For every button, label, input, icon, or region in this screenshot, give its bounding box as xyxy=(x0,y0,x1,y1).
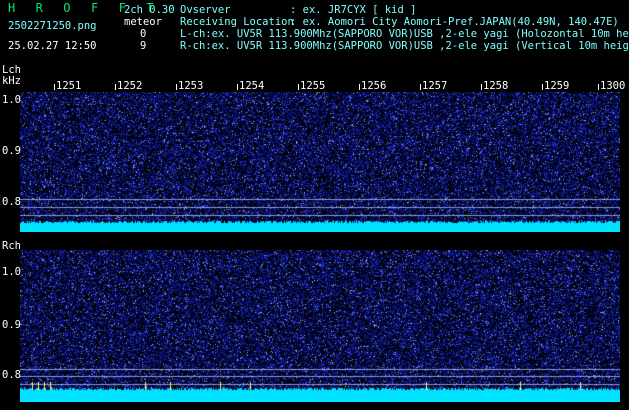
y-tick-label: 0.9 xyxy=(2,319,21,331)
meteor-l-count: 0 xyxy=(140,28,147,40)
filename: 2502271250.png xyxy=(8,20,97,32)
location-label: Receiving Location xyxy=(180,16,294,28)
y-tick-label: 1.0 xyxy=(2,266,21,278)
time-tick-mark xyxy=(542,84,543,90)
lch-spectrogram-canvas xyxy=(20,92,620,232)
time-tick-label: 1256 xyxy=(361,80,387,92)
time-tick-mark xyxy=(237,84,238,90)
time-tick-mark xyxy=(420,84,421,90)
datetime: 25.02.27 12:50 xyxy=(8,40,97,52)
time-tick-label: 1300 xyxy=(600,80,626,92)
y-tick-label: 0.9 xyxy=(2,145,21,157)
time-tick-mark xyxy=(54,84,55,90)
y-tick-label: 0.8 xyxy=(2,196,21,208)
time-tick-label: 1258 xyxy=(483,80,509,92)
time-tick-mark xyxy=(598,84,599,90)
lch-spectrogram xyxy=(20,92,620,232)
time-tick-mark xyxy=(481,84,482,90)
y-tick-label: 0.8 xyxy=(2,369,21,381)
time-tick-label: 1255 xyxy=(300,80,326,92)
y-tick-label: 1.0 xyxy=(2,94,21,106)
time-tick-label: 1259 xyxy=(544,80,570,92)
lch-info: L-ch:ex. UV5R 113.900Mhz(SAPPORO VOR)USB… xyxy=(180,28,629,40)
observer-value: : ex. JR7CYX [ kid ] xyxy=(290,4,417,16)
time-tick-label: 1254 xyxy=(239,80,265,92)
lch-unit: kHz xyxy=(2,75,21,87)
time-tick-label: 1253 xyxy=(178,80,204,92)
meteor-label: meteor xyxy=(124,16,162,28)
time-tick-mark xyxy=(115,84,116,90)
time-tick-label: 1252 xyxy=(117,80,143,92)
time-tick-mark xyxy=(359,84,360,90)
rch-spectrogram-canvas xyxy=(20,250,620,402)
mode-label: 2ch 0.30 xyxy=(124,4,175,16)
time-tick-label: 1257 xyxy=(422,80,448,92)
rch-info: R-ch:ex. UV5R 113.900Mhz(SAPPORO VOR)USB… xyxy=(180,40,629,52)
rch-spectrogram xyxy=(20,250,620,402)
observer-label: Ovserver xyxy=(180,4,231,16)
meteor-r-count: 9 xyxy=(140,40,147,52)
time-tick-mark xyxy=(298,84,299,90)
time-tick-mark xyxy=(176,84,177,90)
location-value: : ex. Aomori City Aomori-Pref.JAPAN(40.4… xyxy=(290,16,619,28)
rch-label: Rch xyxy=(2,240,21,252)
time-tick-label: 1251 xyxy=(56,80,82,92)
